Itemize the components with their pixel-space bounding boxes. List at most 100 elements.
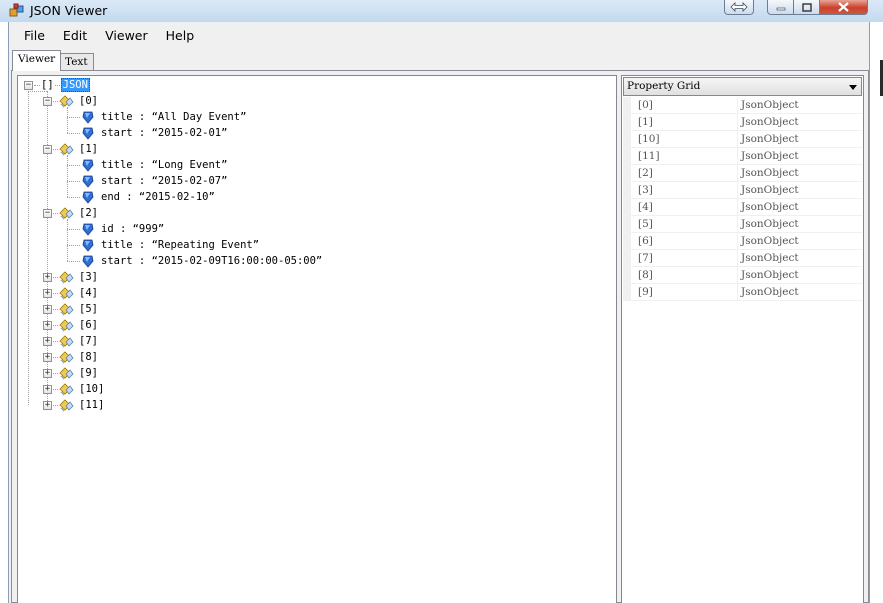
row-gutter xyxy=(623,216,631,233)
menu-edit[interactable]: Edit xyxy=(54,26,96,48)
tree-array-item[interactable]: [10] xyxy=(58,381,104,397)
minimize-button[interactable] xyxy=(767,0,794,15)
property-name: [6] xyxy=(638,235,653,247)
property-row[interactable]: [0] JsonObject xyxy=(623,97,862,114)
property-row[interactable]: [7] JsonObject xyxy=(623,250,862,267)
property-value: JsonObject xyxy=(741,99,799,111)
tree-property-text: id : “999” xyxy=(101,223,165,235)
collapse-toggle-root[interactable]: − xyxy=(24,81,33,90)
tree-property-item[interactable]: id : “999” xyxy=(80,221,164,237)
property-name: [10] xyxy=(638,133,660,145)
property-row[interactable]: [10] JsonObject xyxy=(623,131,862,148)
expand-toggle[interactable]: + xyxy=(43,321,52,330)
property-value: JsonObject xyxy=(741,116,799,128)
column-separator xyxy=(737,148,738,165)
tree-property-item[interactable]: start : “2015-02-07” xyxy=(80,173,227,189)
property-name: [11] xyxy=(638,150,660,162)
expand-toggle[interactable]: + xyxy=(43,305,52,314)
expand-toggle[interactable]: + xyxy=(43,289,52,298)
tree-property-item[interactable]: title : “All Day Event” xyxy=(80,109,246,125)
property-name: [0] xyxy=(638,99,653,111)
tree-root-node[interactable]: [] JSON xyxy=(41,77,90,93)
json-object-icon xyxy=(58,269,74,285)
tree-array-item[interactable]: [3] xyxy=(58,269,98,285)
json-value-icon xyxy=(80,189,96,205)
tree-array-item[interactable]: [4] xyxy=(58,285,98,301)
tree-array-item[interactable]: [11] xyxy=(58,397,104,413)
column-separator xyxy=(737,165,738,182)
property-value: JsonObject xyxy=(741,269,799,281)
expand-toggle[interactable]: + xyxy=(43,273,52,282)
tree-array-item[interactable]: [1] xyxy=(58,141,98,157)
tree-array-item[interactable]: [2] xyxy=(58,205,98,221)
menu-file[interactable]: File xyxy=(10,26,54,48)
property-row[interactable]: [9] JsonObject xyxy=(623,284,862,301)
row-gutter xyxy=(623,131,631,148)
tab-viewer[interactable]: Viewer xyxy=(12,50,62,71)
dropdown-arrow-icon xyxy=(849,85,857,90)
row-gutter xyxy=(623,114,631,131)
json-tree-view[interactable]: − [] JSON − [0] title : “All Day Event” sta… xyxy=(17,75,617,603)
property-row[interactable]: [2] JsonObject xyxy=(623,165,862,182)
tree-item-label: [10] xyxy=(79,383,105,395)
minimize-icon xyxy=(776,7,785,11)
property-value: JsonObject xyxy=(741,167,799,179)
column-separator xyxy=(737,131,738,148)
column-separator xyxy=(737,216,738,233)
tree-item-label: [6] xyxy=(79,319,98,331)
tree-property-item[interactable]: end : “2015-02-10” xyxy=(80,189,215,205)
column-separator xyxy=(737,250,738,267)
row-gutter xyxy=(623,284,631,301)
expand-toggle[interactable]: + xyxy=(43,369,52,378)
json-object-icon xyxy=(58,93,74,109)
property-value: JsonObject xyxy=(741,133,799,145)
expand-toggle[interactable]: + xyxy=(43,337,52,346)
property-name: [4] xyxy=(638,201,653,213)
property-row[interactable]: [4] JsonObject xyxy=(623,199,862,216)
tree-item-label: [1] xyxy=(79,143,98,155)
tree-array-item[interactable]: [9] xyxy=(58,365,98,381)
property-grid: Property Grid [0] JsonObject [1] JsonObject… xyxy=(621,75,864,603)
tree-array-item[interactable]: [8] xyxy=(58,349,98,365)
tab-text[interactable]: Text xyxy=(59,53,94,71)
property-row[interactable]: [5] JsonObject xyxy=(623,216,862,233)
tree-array-item[interactable]: [7] xyxy=(58,333,98,349)
property-row[interactable]: [8] JsonObject xyxy=(623,267,862,284)
json-object-icon xyxy=(58,301,74,317)
row-gutter xyxy=(623,233,631,250)
maximize-button[interactable] xyxy=(794,0,820,15)
tree-array-item[interactable]: [5] xyxy=(58,301,98,317)
property-row[interactable]: [11] JsonObject xyxy=(623,148,862,165)
column-separator xyxy=(737,199,738,216)
property-row[interactable]: [6] JsonObject xyxy=(623,233,862,250)
json-object-icon xyxy=(58,333,74,349)
tree-item-label: [7] xyxy=(79,335,98,347)
json-value-icon xyxy=(80,157,96,173)
menu-viewer[interactable]: Viewer xyxy=(96,26,157,48)
expand-toggle[interactable]: + xyxy=(43,401,52,410)
tree-item-label: [9] xyxy=(79,367,98,379)
property-grid-selector[interactable]: Property Grid xyxy=(623,77,862,96)
tree-property-item[interactable]: title : “Long Event” xyxy=(80,157,227,173)
expand-toggle[interactable]: + xyxy=(43,353,52,362)
json-object-icon xyxy=(58,365,74,381)
expand-toggle[interactable]: + xyxy=(43,385,52,394)
collapse-toggle[interactable]: − xyxy=(43,145,52,154)
tree-property-item[interactable]: title : “Repeating Event” xyxy=(80,237,259,253)
menu-help[interactable]: Help xyxy=(157,26,204,48)
close-button[interactable] xyxy=(820,0,868,15)
property-row[interactable]: [1] JsonObject xyxy=(623,114,862,131)
tree-property-item[interactable]: start : “2015-02-01” xyxy=(80,125,227,141)
resize-arrows-button[interactable] xyxy=(724,0,754,15)
property-grid-selector-label: Property Grid xyxy=(627,80,701,92)
collapse-toggle[interactable]: − xyxy=(43,97,52,106)
tree-array-item[interactable]: [6] xyxy=(58,317,98,333)
tree-array-item[interactable]: [0] xyxy=(58,93,98,109)
window-title: JSON Viewer xyxy=(30,3,108,18)
collapse-toggle[interactable]: − xyxy=(43,209,52,218)
tree-property-text: title : “All Day Event” xyxy=(101,111,247,123)
tree-property-item[interactable]: start : “2015-02-09T16:00:00-05:00” xyxy=(80,253,322,269)
root-label: JSON xyxy=(60,78,90,92)
property-row[interactable]: [3] JsonObject xyxy=(623,182,862,199)
row-gutter xyxy=(623,148,631,165)
